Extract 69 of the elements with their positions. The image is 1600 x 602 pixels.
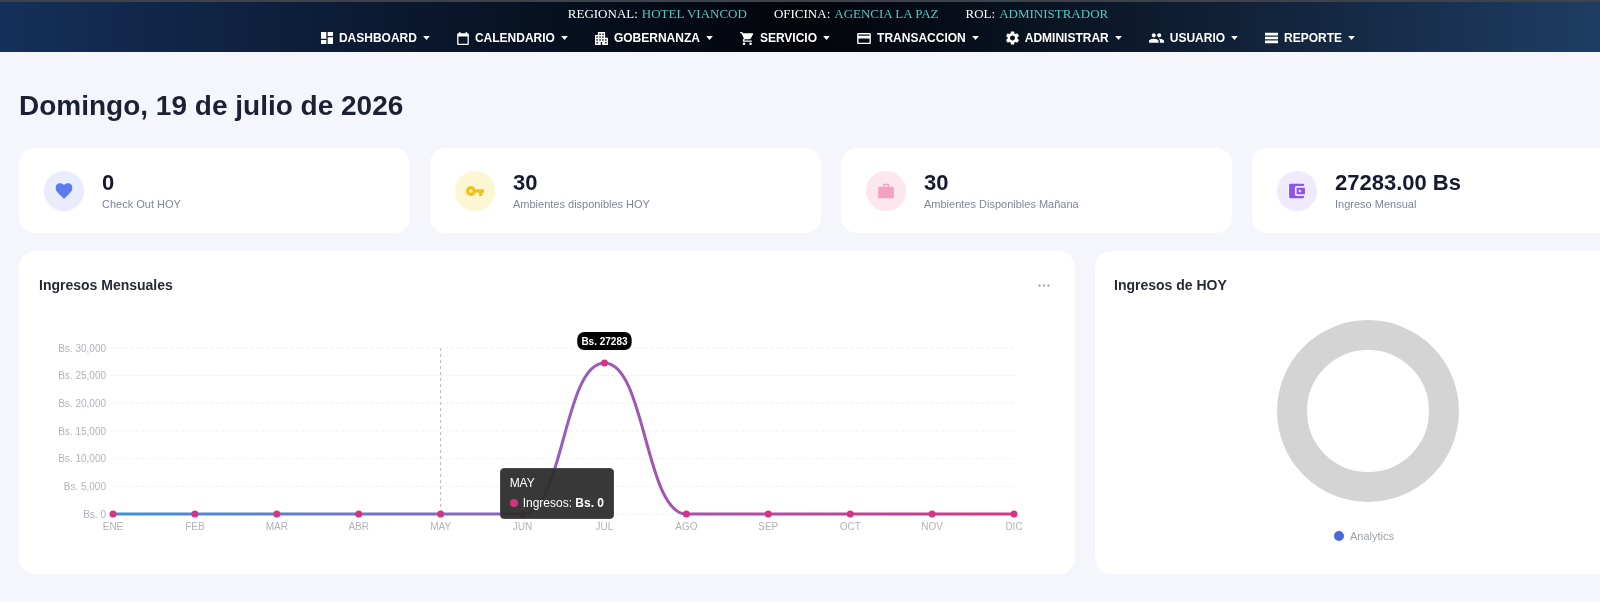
context-label: OFICINA: [773, 5, 831, 23]
x-axis-label: ABR [348, 521, 369, 532]
stat-label: Ingreso Mensual [1335, 196, 1418, 212]
wallet-icon [1277, 170, 1317, 211]
caret-icon [971, 36, 979, 40]
calendar-icon [456, 31, 469, 45]
stat-label: Ambientes disponibles HOY [513, 196, 650, 212]
y-axis-label: Bs. 0 [83, 508, 106, 520]
x-axis-label: AGO [675, 521, 698, 532]
people-icon [1148, 33, 1164, 43]
y-axis-label: Bs. 15,000 [58, 425, 106, 437]
y-axis-label: Bs. 10,000 [58, 453, 106, 465]
caret-icon [1231, 36, 1239, 40]
series-dot-icon [509, 499, 518, 507]
legend-label: Analytics [1350, 529, 1394, 544]
stat-value: 30 [924, 169, 950, 196]
y-axis-label: Bs. 25,000 [58, 370, 106, 382]
x-axis-label: FEB [185, 521, 205, 532]
x-axis-label: SEP [758, 521, 779, 532]
context-value: ADMINISTRADOR [999, 5, 1109, 23]
caret-icon [560, 36, 568, 40]
nav-menu-item[interactable]: CALENDARIO [456, 28, 568, 48]
briefcase-icon [866, 170, 906, 211]
x-axis-label: JUL [595, 521, 614, 532]
y-axis-label: Bs. 20,000 [58, 397, 106, 409]
nav-menu-item[interactable]: ADMINISTRAR [1005, 28, 1122, 48]
nav-menu-item[interactable]: TRANSACCION [857, 28, 979, 48]
more-icon[interactable] [1038, 283, 1050, 287]
dashboard-icon [320, 32, 333, 44]
tooltip-title: MAY [509, 475, 536, 491]
x-axis-label: MAY [430, 521, 452, 532]
caret-icon [1114, 36, 1122, 40]
x-axis-label: MAR [265, 521, 288, 532]
x-axis-label: OCT [839, 521, 861, 532]
nav-menu-item[interactable]: GOBERNANZA [594, 28, 713, 48]
card-title: Ingresos de HOY [1114, 276, 1228, 295]
settings-icon [1005, 31, 1019, 45]
context-label: REGIONAL: [567, 5, 638, 23]
x-axis-label: ENE [102, 521, 124, 532]
caret-icon [705, 36, 713, 40]
stat-label: Ambientes Disponibles Mañana [924, 196, 1079, 212]
y-axis-label: Bs. 30,000 [58, 342, 106, 354]
x-axis-label: JUN [512, 521, 533, 532]
building-icon [594, 31, 608, 45]
nav-menu-item[interactable]: REPORTE [1265, 28, 1356, 48]
y-axis-label: Bs. 5,000 [63, 480, 106, 492]
nav-menu-item[interactable]: USUARIO [1148, 28, 1239, 48]
cart-icon [739, 31, 754, 45]
caret-icon [422, 36, 430, 40]
context-label: ROL: [965, 5, 996, 23]
stat-label: Check Out HOY [102, 196, 181, 212]
context-value: HOTEL VIANCOD [641, 5, 747, 23]
caret-icon [823, 36, 831, 40]
stack-icon [1265, 32, 1279, 44]
tooltip-text: Ingresos: Bs. 0 [522, 495, 604, 512]
nav-menu-item[interactable]: DASHBOARD [320, 28, 430, 48]
x-axis-label: NOV [921, 521, 943, 532]
stat-value: 30 [513, 169, 539, 196]
value-label: Bs. 27283 [577, 332, 632, 351]
key-icon [455, 170, 495, 211]
x-axis-label: DIC [1005, 521, 1023, 532]
nav-menu-item[interactable]: SERVICIO [739, 28, 831, 48]
context-value: AGENCIA LA PAZ [834, 5, 939, 23]
caret-icon [1348, 36, 1356, 40]
stat-value: 0 [102, 169, 116, 196]
page-title: Domingo, 19 de julio de 2026 [19, 89, 405, 123]
credit-card-icon [857, 32, 872, 44]
card-title: Ingresos Mensuales [39, 276, 173, 295]
stat-value: 27283.00 Bs [1335, 169, 1461, 196]
